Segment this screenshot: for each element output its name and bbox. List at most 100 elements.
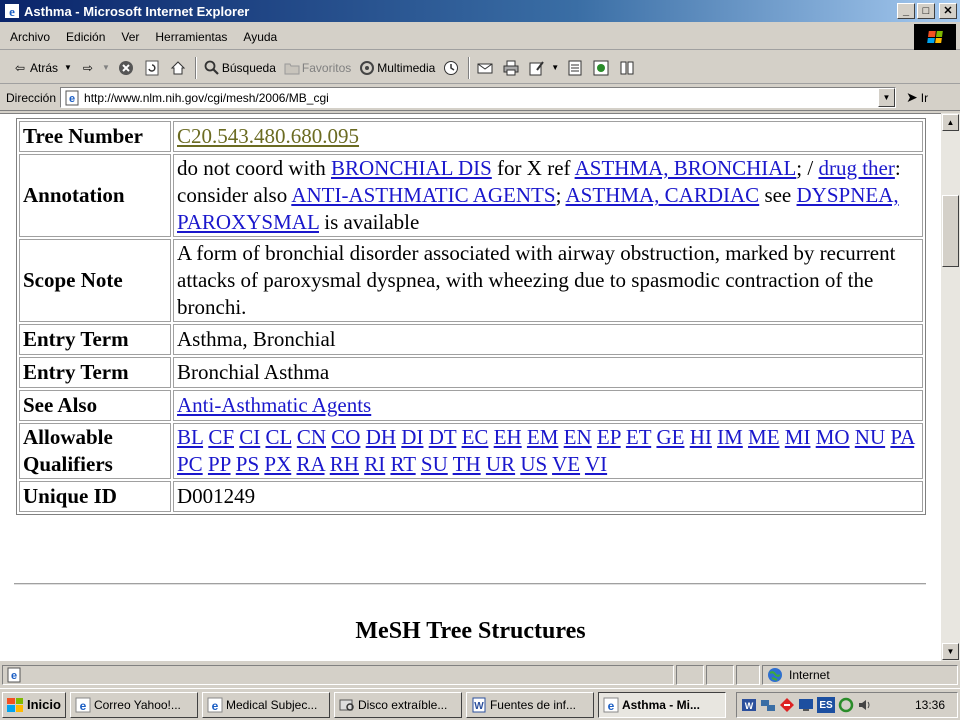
word-tray-icon[interactable]: W — [741, 697, 757, 713]
messenger-button[interactable] — [589, 55, 615, 81]
task-yahoo-mail[interactable]: e Correo Yahoo!... — [69, 691, 198, 718]
disk-search-icon — [339, 699, 354, 711]
qualifier-link[interactable]: SU — [421, 452, 448, 476]
qualifier-link[interactable]: RH — [330, 452, 359, 476]
discuss-button[interactable] — [563, 55, 589, 81]
task-removable-disk[interactable]: Disco extraíble... — [333, 691, 462, 718]
ie-icon[interactable]: e — [4, 3, 20, 19]
language-indicator[interactable]: ES — [817, 697, 835, 713]
task-word-document[interactable]: W Fuentes de inf... — [465, 691, 594, 718]
tree-number-link[interactable]: C20.543.480.680.095 — [177, 124, 359, 148]
tree-number-cell: C20.543.480.680.095 — [173, 121, 923, 152]
qualifier-link[interactable]: VE — [552, 452, 580, 476]
favorites-button[interactable]: Favoritos — [280, 55, 355, 81]
research-button[interactable] — [615, 55, 641, 81]
qualifier-link[interactable]: CI — [239, 425, 260, 449]
edit-button[interactable]: ▼ — [525, 55, 563, 81]
volume-icon[interactable] — [857, 697, 873, 713]
qualifier-link[interactable]: NU — [855, 425, 885, 449]
qualifier-link[interactable]: RA — [297, 452, 325, 476]
qualifier-link[interactable]: RI — [364, 452, 385, 476]
page-done-icon: e — [7, 667, 21, 683]
network-icon[interactable] — [760, 697, 776, 713]
anti-asthmatic-agents-link[interactable]: ANTI-ASTHMATIC AGENTS — [291, 183, 555, 207]
drug-ther-link[interactable]: drug ther — [818, 156, 894, 180]
address-dropdown-icon[interactable]: ▼ — [878, 88, 896, 107]
address-input[interactable]: e http://www.nlm.nih.gov/cgi/mesh/2006/M… — [60, 87, 897, 108]
asthma-bronchial-link[interactable]: ASTHMA, BRONCHIAL — [575, 156, 797, 180]
qualifier-link[interactable]: PP — [208, 452, 231, 476]
qualifier-link[interactable]: DT — [429, 425, 457, 449]
menu-ayuda[interactable]: Ayuda — [235, 30, 285, 44]
qualifier-link[interactable]: PX — [264, 452, 291, 476]
print-button[interactable] — [499, 55, 525, 81]
history-button[interactable] — [439, 55, 465, 81]
asthma-cardiac-link[interactable]: ASTHMA, CARDIAC — [566, 183, 760, 207]
address-url[interactable]: http://www.nlm.nih.gov/cgi/mesh/2006/MB_… — [84, 91, 329, 105]
qualifier-link[interactable]: MO — [816, 425, 850, 449]
qualifier-link[interactable]: PA — [890, 425, 914, 449]
scroll-thumb[interactable] — [942, 195, 959, 267]
scroll-down-icon[interactable]: ▼ — [942, 643, 959, 660]
minimize-button[interactable]: _ — [897, 3, 915, 19]
back-button[interactable]: ⇦ Atrás ▼ — [8, 55, 76, 81]
mail-button[interactable] — [473, 55, 499, 81]
stop-button[interactable] — [114, 55, 140, 81]
see-also-link[interactable]: Anti-Asthmatic Agents — [177, 393, 371, 417]
edit-dropdown-icon[interactable]: ▼ — [551, 63, 559, 72]
multimedia-button[interactable]: Multimedia — [355, 55, 439, 81]
bronchial-dis-link[interactable]: BRONCHIAL DIS — [331, 156, 492, 180]
qualifier-link[interactable]: PC — [177, 452, 203, 476]
qualifier-link[interactable]: PS — [236, 452, 259, 476]
qualifier-link[interactable]: CO — [331, 425, 360, 449]
qualifier-link[interactable]: CN — [297, 425, 326, 449]
svg-text:e: e — [69, 93, 75, 105]
qualifier-link[interactable]: GE — [656, 425, 684, 449]
qualifier-link[interactable]: EH — [494, 425, 522, 449]
menu-herramientas[interactable]: Herramientas — [147, 30, 235, 44]
title-bar: e Asthma - Microsoft Internet Explorer _… — [0, 0, 960, 22]
globe-icon — [768, 668, 782, 682]
home-button[interactable] — [166, 55, 192, 81]
qualifier-link[interactable]: EC — [462, 425, 489, 449]
scroll-up-icon[interactable]: ▲ — [942, 114, 959, 131]
forward-dropdown-icon[interactable]: ▼ — [102, 63, 110, 72]
menu-archivo[interactable]: Archivo — [0, 30, 58, 44]
qualifier-link[interactable]: UR — [486, 452, 515, 476]
qualifier-link[interactable]: CL — [266, 425, 292, 449]
security-zone: Internet — [762, 665, 958, 685]
maximize-button[interactable]: □ — [917, 3, 935, 19]
stop-icon — [118, 60, 133, 75]
qualifier-link[interactable]: ME — [748, 425, 780, 449]
monitor-icon[interactable] — [798, 697, 814, 713]
back-dropdown-icon[interactable]: ▼ — [64, 63, 72, 72]
qualifier-link[interactable]: HI — [690, 425, 712, 449]
qualifier-link[interactable]: DH — [366, 425, 396, 449]
go-button[interactable]: ➤ Ir — [906, 89, 928, 106]
task-asthma[interactable]: e Asthma - Mi... — [597, 691, 726, 718]
qualifier-link[interactable]: VI — [585, 452, 607, 476]
menu-edicion[interactable]: Edición — [58, 30, 113, 44]
qualifier-link[interactable]: ET — [626, 425, 651, 449]
menu-ver[interactable]: Ver — [113, 30, 147, 44]
close-button[interactable]: ✕ — [939, 3, 957, 19]
antivirus-icon[interactable] — [779, 697, 795, 713]
qualifier-link[interactable]: BL — [177, 425, 203, 449]
search-button[interactable]: Búsqueda — [200, 55, 280, 81]
qualifier-link[interactable]: EM — [527, 425, 559, 449]
qualifier-link[interactable]: US — [520, 452, 547, 476]
qualifier-link[interactable]: RT — [390, 452, 415, 476]
qualifier-link[interactable]: CF — [208, 425, 234, 449]
qualifier-link[interactable]: TH — [453, 452, 481, 476]
qualifier-link[interactable]: EP — [597, 425, 621, 449]
vertical-scrollbar[interactable]: ▲ ▼ — [941, 113, 960, 661]
sync-icon[interactable] — [838, 697, 854, 713]
task-medical-subject[interactable]: e Medical Subjec... — [201, 691, 330, 718]
forward-button[interactable]: ⇨ ▼ — [76, 55, 114, 81]
qualifier-link[interactable]: MI — [785, 425, 811, 449]
start-button[interactable]: Inicio — [2, 691, 66, 718]
qualifier-link[interactable]: DI — [401, 425, 423, 449]
refresh-button[interactable] — [140, 55, 166, 81]
qualifier-link[interactable]: EN — [564, 425, 592, 449]
qualifier-link[interactable]: IM — [717, 425, 743, 449]
